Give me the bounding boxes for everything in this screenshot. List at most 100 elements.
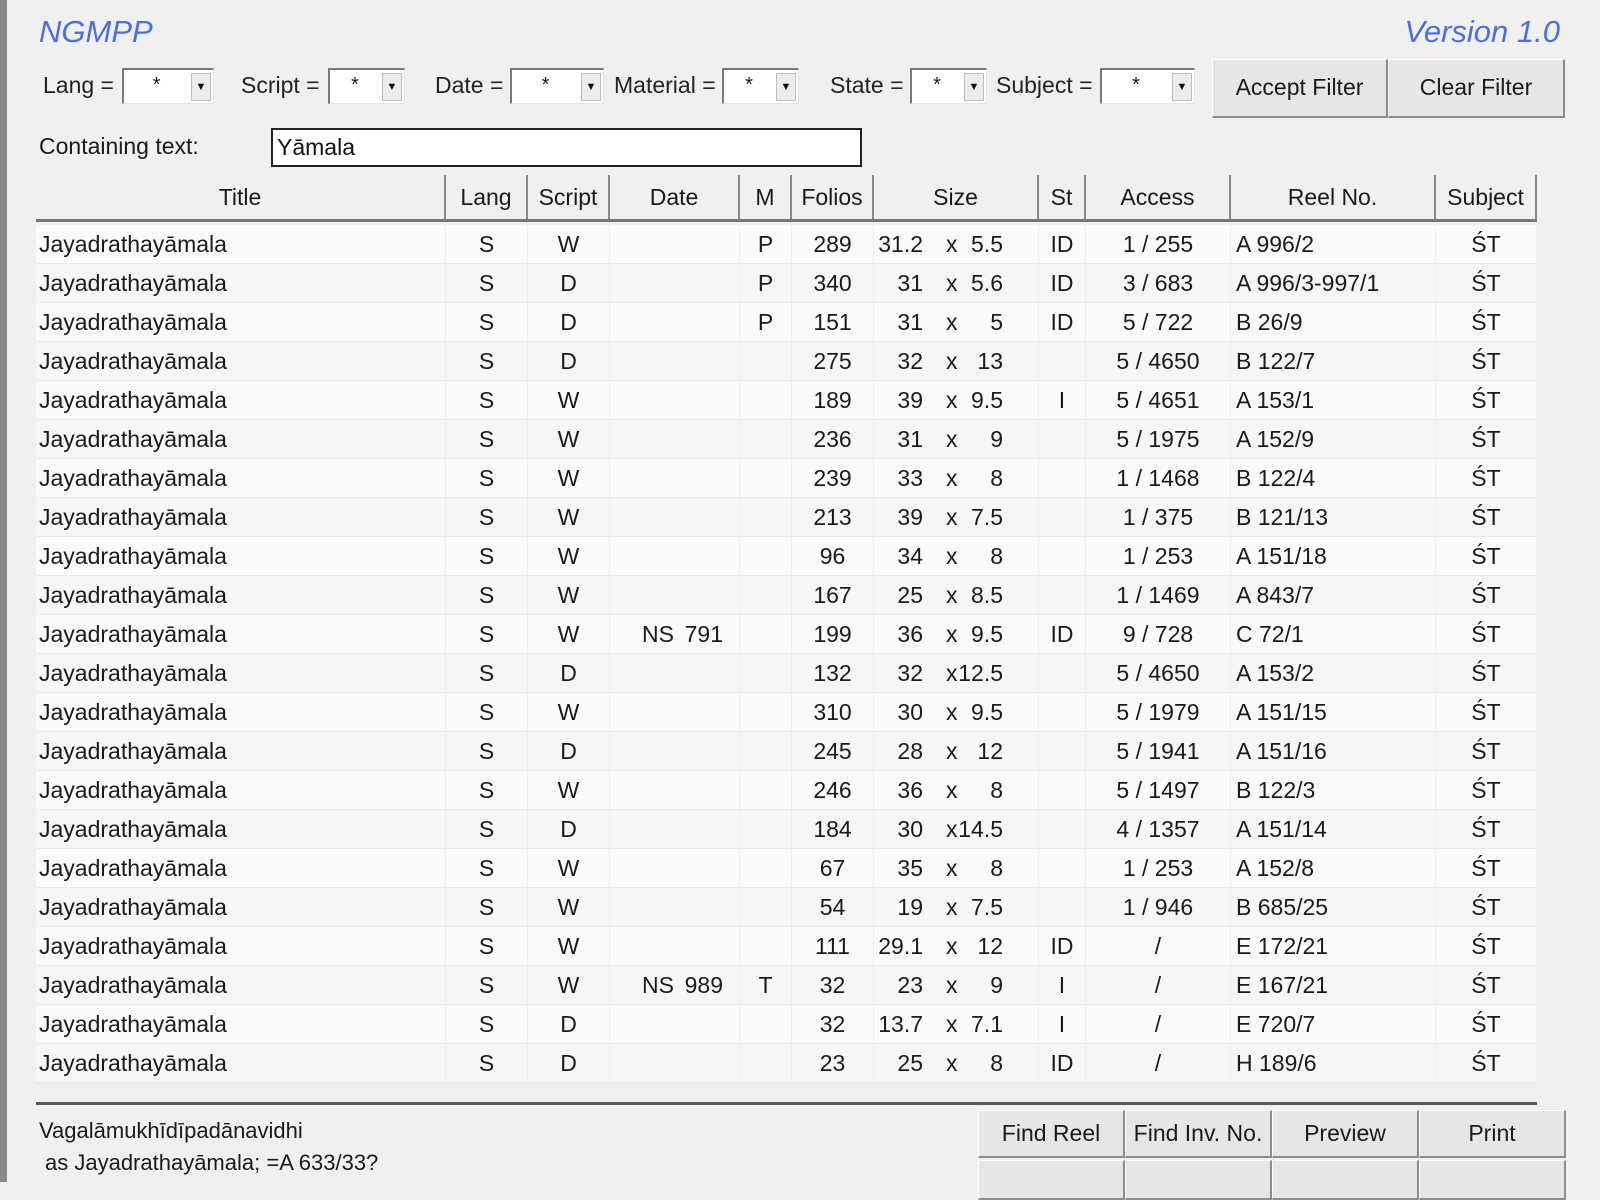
cell-reel-no: A 152/9 bbox=[1231, 420, 1436, 459]
cell-state bbox=[1039, 693, 1086, 732]
cell-lang: S bbox=[446, 537, 528, 576]
table-row[interactable]: Jayadrathayāmala S D 275 32 x 13 5 / 4650 B 122/… bbox=[36, 342, 1537, 381]
cell-size-height: 7.5 bbox=[971, 504, 1003, 530]
search-input[interactable] bbox=[271, 128, 862, 167]
cell-size-separator: x bbox=[946, 972, 958, 998]
cell-reel-no: A 153/2 bbox=[1231, 654, 1436, 693]
column-header-lang[interactable]: Lang bbox=[446, 175, 528, 219]
chevron-down-icon[interactable]: ▼ bbox=[581, 73, 601, 101]
cell-state bbox=[1039, 498, 1086, 537]
column-header-subject[interactable]: Subject bbox=[1436, 175, 1537, 219]
subject-filter-select[interactable]: * ▼ bbox=[1100, 68, 1195, 104]
cell-size-height: 7.5 bbox=[971, 894, 1003, 920]
cell-state bbox=[1039, 849, 1086, 888]
material-filter-select[interactable]: * ▼ bbox=[722, 68, 799, 104]
lang-filter-select[interactable]: * ▼ bbox=[122, 68, 214, 104]
chevron-down-icon[interactable]: ▼ bbox=[964, 73, 984, 101]
action-button-row2-3[interactable] bbox=[1272, 1160, 1419, 1200]
cell-folios: 289 bbox=[792, 225, 874, 264]
find-inv-no-button[interactable]: Find Inv. No. bbox=[1125, 1110, 1272, 1158]
action-button-row2-2[interactable] bbox=[1125, 1160, 1272, 1200]
table-row[interactable]: Jayadrathayāmala S W 96 34 x 8 1 / 253 A 151/18 Ś… bbox=[36, 537, 1537, 576]
cell-script: W bbox=[528, 381, 610, 420]
cell-script: D bbox=[528, 342, 610, 381]
cell-size: 31 x 9 bbox=[874, 420, 1039, 459]
table-row[interactable]: Jayadrathayāmala S D 32 13.7 x 7.1 I / E 720/7 ŚT bbox=[36, 1005, 1537, 1044]
cell-date bbox=[610, 693, 740, 732]
cell-folios: 111 bbox=[792, 927, 874, 966]
table-row[interactable]: Jayadrathayāmala S D 245 28 x 12 5 / 1941 A 151/… bbox=[36, 732, 1537, 771]
cell-state: I bbox=[1039, 1005, 1086, 1044]
cell-title: Jayadrathayāmala bbox=[36, 849, 446, 888]
cell-title: Jayadrathayāmala bbox=[36, 381, 446, 420]
table-row[interactable]: Jayadrathayāmala S D P 340 31 x 5.6 ID 3 / 683 A 9… bbox=[36, 264, 1537, 303]
table-row[interactable]: Jayadrathayāmala S W 310 30 x 9.5 5 / 1979 A 151… bbox=[36, 693, 1537, 732]
clear-filter-button[interactable]: Clear Filter bbox=[1388, 59, 1565, 118]
cell-size-height: 8.5 bbox=[971, 582, 1003, 608]
cell-lang: S bbox=[446, 888, 528, 927]
detail-line-2: as Jayadrathayāmala; =A 633/33? bbox=[45, 1150, 379, 1175]
column-header-material[interactable]: M bbox=[740, 175, 792, 219]
column-header-size[interactable]: Size bbox=[874, 175, 1039, 219]
column-header-title[interactable]: Title bbox=[36, 175, 446, 219]
table-row[interactable]: Jayadrathayāmala S W 246 36 x 8 5 / 1497 B 122/3… bbox=[36, 771, 1537, 810]
print-button[interactable]: Print bbox=[1419, 1110, 1566, 1158]
table-row[interactable]: Jayadrathayāmala S W 111 29.1 x 12 ID / E 172/21 Ś… bbox=[36, 927, 1537, 966]
cell-folios: 275 bbox=[792, 342, 874, 381]
script-filter-select[interactable]: * ▼ bbox=[328, 68, 405, 104]
cell-material bbox=[740, 459, 792, 498]
table-row[interactable]: Jayadrathayāmala S W 239 33 x 8 1 / 1468 B 122/4… bbox=[36, 459, 1537, 498]
cell-material: P bbox=[740, 225, 792, 264]
cell-reel-no: B 121/13 bbox=[1231, 498, 1436, 537]
action-button-row2-4[interactable] bbox=[1419, 1160, 1566, 1200]
cell-state: ID bbox=[1039, 303, 1086, 342]
table-row[interactable]: Jayadrathayāmala S W NS 989 T 32 23 x 9 I / E 167/21… bbox=[36, 966, 1537, 1005]
state-filter-select[interactable]: * ▼ bbox=[910, 68, 987, 104]
column-header-access[interactable]: Access bbox=[1086, 175, 1231, 219]
column-header-date[interactable]: Date bbox=[610, 175, 740, 219]
table-row[interactable]: Jayadrathayāmala S W 236 31 x 9 5 / 1975 A 152/9… bbox=[36, 420, 1537, 459]
column-header-reel[interactable]: Reel No. bbox=[1231, 175, 1436, 219]
cell-script: W bbox=[528, 771, 610, 810]
cell-size-separator: x bbox=[946, 816, 958, 842]
table-row[interactable]: Jayadrathayāmala S W 167 25 x 8.5 1 / 1469 A 843… bbox=[36, 576, 1537, 615]
column-header-script[interactable]: Script bbox=[528, 175, 610, 219]
table-row[interactable]: Jayadrathayāmala S D P 151 31 x 5 ID 5 / 722 B 26/… bbox=[36, 303, 1537, 342]
chevron-down-icon[interactable]: ▼ bbox=[191, 73, 211, 101]
table-row[interactable]: Jayadrathayāmala S D 132 32 x 12.5 5 / 4650 A 15… bbox=[36, 654, 1537, 693]
column-header-folios[interactable]: Folios bbox=[792, 175, 874, 219]
table-row[interactable]: Jayadrathayāmala S W 189 39 x 9.5 I 5 / 4651 A 15… bbox=[36, 381, 1537, 420]
table-row[interactable]: Jayadrathayāmala S W 213 39 x 7.5 1 / 375 B 121/… bbox=[36, 498, 1537, 537]
cell-date bbox=[610, 342, 740, 381]
cell-subject: ŚT bbox=[1436, 264, 1537, 303]
table-row[interactable]: Jayadrathayāmala S W P 289 31.2 x 5.5 ID 1 / 255 A… bbox=[36, 225, 1537, 264]
find-reel-button[interactable]: Find Reel bbox=[978, 1110, 1125, 1158]
table-row[interactable]: Jayadrathayāmala S W 67 35 x 8 1 / 253 A 152/8 ŚT bbox=[36, 849, 1537, 888]
date-filter-value: * bbox=[541, 74, 550, 96]
cell-script: W bbox=[528, 888, 610, 927]
action-button-row2-1[interactable] bbox=[978, 1160, 1125, 1200]
table-row[interactable]: Jayadrathayāmala S W 54 19 x 7.5 1 / 946 B 685/2… bbox=[36, 888, 1537, 927]
date-filter-select[interactable]: * ▼ bbox=[510, 68, 604, 104]
table-row[interactable]: Jayadrathayāmala S W NS 791 199 36 x 9.5 ID 9 / 72… bbox=[36, 615, 1537, 654]
cell-size-height: 8 bbox=[990, 777, 1003, 803]
chevron-down-icon[interactable]: ▼ bbox=[1172, 73, 1192, 101]
table-row[interactable]: Jayadrathayāmala S D 184 30 x 14.5 4 / 1357 A 15… bbox=[36, 810, 1537, 849]
cell-date bbox=[610, 381, 740, 420]
accept-filter-button[interactable]: Accept Filter bbox=[1212, 59, 1388, 118]
cell-reel-no: A 151/14 bbox=[1231, 810, 1436, 849]
cell-state: ID bbox=[1039, 1044, 1086, 1083]
preview-button[interactable]: Preview bbox=[1272, 1110, 1419, 1158]
cell-size: 39 x 7.5 bbox=[874, 498, 1039, 537]
table-row[interactable]: Jayadrathayāmala S D 23 25 x 8 ID / H 189/6 ŚT bbox=[36, 1044, 1537, 1083]
chevron-down-icon[interactable]: ▼ bbox=[776, 73, 796, 101]
column-header-state[interactable]: St bbox=[1039, 175, 1086, 219]
cell-subject: ŚT bbox=[1436, 537, 1537, 576]
cell-reel-no: A 151/18 bbox=[1231, 537, 1436, 576]
cell-size-separator: x bbox=[946, 621, 958, 647]
chevron-down-icon[interactable]: ▼ bbox=[382, 73, 402, 101]
cell-size-separator: x bbox=[946, 231, 958, 257]
cell-size: 30 x 14.5 bbox=[874, 810, 1039, 849]
cell-size-width: 30 bbox=[897, 699, 923, 725]
cell-subject: ŚT bbox=[1436, 459, 1537, 498]
